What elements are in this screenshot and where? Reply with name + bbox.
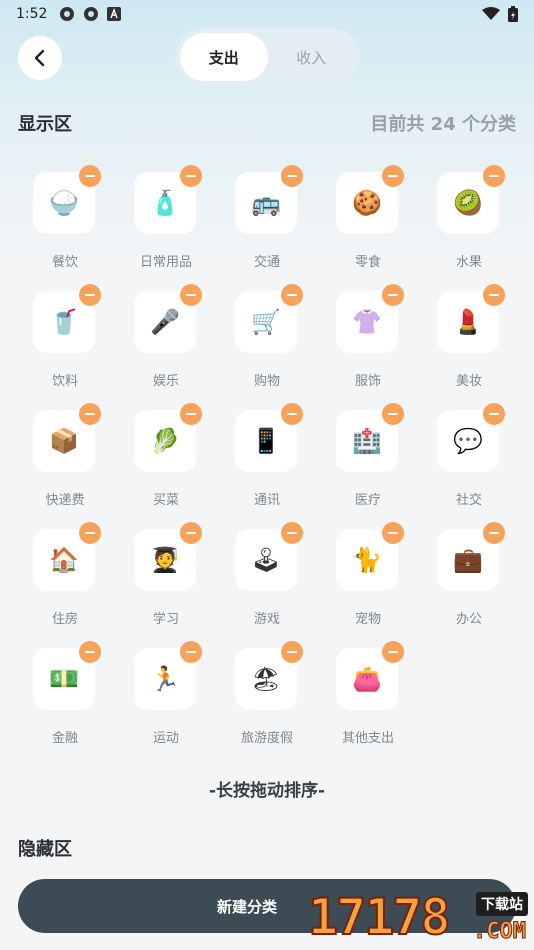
watermark-logo: 17178 下载站 .COM [307, 887, 534, 950]
category-item[interactable]: 🧴 日常用品 [116, 165, 216, 284]
remove-category-button[interactable] [79, 522, 101, 544]
category-item[interactable]: 🥝 水果 [419, 165, 519, 284]
category-label: 服饰 [354, 374, 381, 389]
category-label: 金融 [51, 731, 78, 746]
remove-category-button[interactable] [180, 522, 202, 544]
wifi-icon [482, 7, 500, 20]
status-time: 1:52 [16, 6, 48, 22]
remove-category-button[interactable] [382, 403, 404, 425]
tab-income[interactable]: 收入 [268, 33, 356, 81]
category-item[interactable]: 🧑‍🎓 学习 [116, 522, 216, 641]
category-count: 目前共 24 个分类 [370, 114, 516, 135]
status-right-icons [482, 6, 518, 22]
category-label: 日常用品 [139, 255, 192, 270]
category-item[interactable]: 🏠 住房 [15, 522, 115, 641]
watermark-digits: 17178 [307, 887, 452, 947]
remove-category-button[interactable] [281, 641, 303, 663]
remove-category-button[interactable] [483, 284, 505, 306]
category-item[interactable]: 🥤 饮料 [15, 284, 115, 403]
category-label: 社交 [455, 493, 482, 508]
remove-category-button[interactable] [281, 284, 303, 306]
remove-category-button[interactable] [382, 284, 404, 306]
remove-category-button[interactable] [281, 522, 303, 544]
back-button[interactable] [18, 36, 62, 80]
category-label: 水果 [455, 255, 482, 270]
remove-category-button[interactable] [180, 284, 202, 306]
display-section-title: 显示区 [18, 114, 72, 135]
app-a-icon [107, 7, 122, 21]
category-item[interactable]: 🚌 交通 [217, 165, 317, 284]
category-item[interactable]: 🕹 游戏 [217, 522, 317, 641]
category-item[interactable]: 💼 办公 [419, 522, 519, 641]
watermark-suffix: .COM [473, 919, 527, 945]
remove-category-button[interactable] [79, 284, 101, 306]
remove-category-button[interactable] [79, 403, 101, 425]
category-label: 美妆 [455, 374, 482, 389]
category-label: 娱乐 [152, 374, 179, 389]
category-item[interactable]: 💄 美妆 [419, 284, 519, 403]
category-label: 交通 [253, 255, 280, 270]
category-item[interactable]: 🐈 宠物 [318, 522, 418, 641]
category-label: 学习 [152, 612, 179, 627]
category-item[interactable]: 💬 社交 [419, 403, 519, 522]
gear-icon [60, 7, 75, 21]
category-item[interactable]: 👛 其他支出 [318, 641, 418, 760]
remove-category-button[interactable] [180, 403, 202, 425]
category-item[interactable]: 📱 通讯 [217, 403, 317, 522]
category-item[interactable]: 🍪 零食 [318, 165, 418, 284]
category-label: 住房 [51, 612, 78, 627]
category-item[interactable]: 👚 服饰 [318, 284, 418, 403]
remove-category-button[interactable] [180, 641, 202, 663]
tab-expense[interactable]: 支出 [180, 33, 268, 81]
category-label: 饮料 [51, 374, 78, 389]
remove-category-button[interactable] [281, 165, 303, 187]
category-label: 零食 [354, 255, 381, 270]
remove-category-button[interactable] [382, 165, 404, 187]
category-label: 旅游度假 [240, 731, 293, 746]
category-label: 快递费 [45, 493, 85, 508]
remove-category-button[interactable] [79, 641, 101, 663]
type-segmented-control: 支出 收入 [175, 28, 360, 86]
remove-category-button[interactable] [483, 403, 505, 425]
category-label: 办公 [455, 612, 482, 627]
battery-icon [508, 6, 518, 22]
gear-icon [84, 7, 99, 21]
category-label: 其他支出 [341, 731, 394, 746]
category-label: 买菜 [152, 493, 179, 508]
category-item[interactable]: 💵 金融 [15, 641, 115, 760]
sort-hint: -长按拖动排序- [208, 781, 326, 801]
category-item[interactable]: 🥬 买菜 [116, 403, 216, 522]
category-item[interactable]: 🏥 医疗 [318, 403, 418, 522]
category-item[interactable]: 📦 快递费 [15, 403, 115, 522]
category-label: 餐饮 [51, 255, 78, 270]
category-label: 医疗 [354, 493, 381, 508]
category-item[interactable]: 🏃 运动 [116, 641, 216, 760]
watermark-tag: 下载站 [476, 892, 528, 916]
category-item[interactable]: 🎤 娱乐 [116, 284, 216, 403]
category-label: 购物 [253, 374, 280, 389]
category-label: 游戏 [253, 612, 280, 627]
category-item[interactable]: 🛒 购物 [217, 284, 317, 403]
chevron-left-icon [34, 49, 45, 67]
hidden-section-title: 隐藏区 [18, 839, 72, 860]
status-left-icons [59, 6, 122, 22]
status-bar: 1:52 [0, 0, 534, 28]
remove-category-button[interactable] [180, 165, 202, 187]
category-label: 通讯 [253, 493, 280, 508]
remove-category-button[interactable] [382, 641, 404, 663]
category-item[interactable]: 🍚 餐饮 [15, 165, 115, 284]
remove-category-button[interactable] [79, 165, 101, 187]
remove-category-button[interactable] [483, 522, 505, 544]
remove-category-button[interactable] [382, 522, 404, 544]
new-category-label: 新建分类 [216, 897, 277, 916]
remove-category-button[interactable] [281, 403, 303, 425]
category-label: 宠物 [354, 612, 381, 627]
category-label: 运动 [152, 731, 179, 746]
category-item[interactable]: 🏖 旅游度假 [217, 641, 317, 760]
remove-category-button[interactable] [483, 165, 505, 187]
